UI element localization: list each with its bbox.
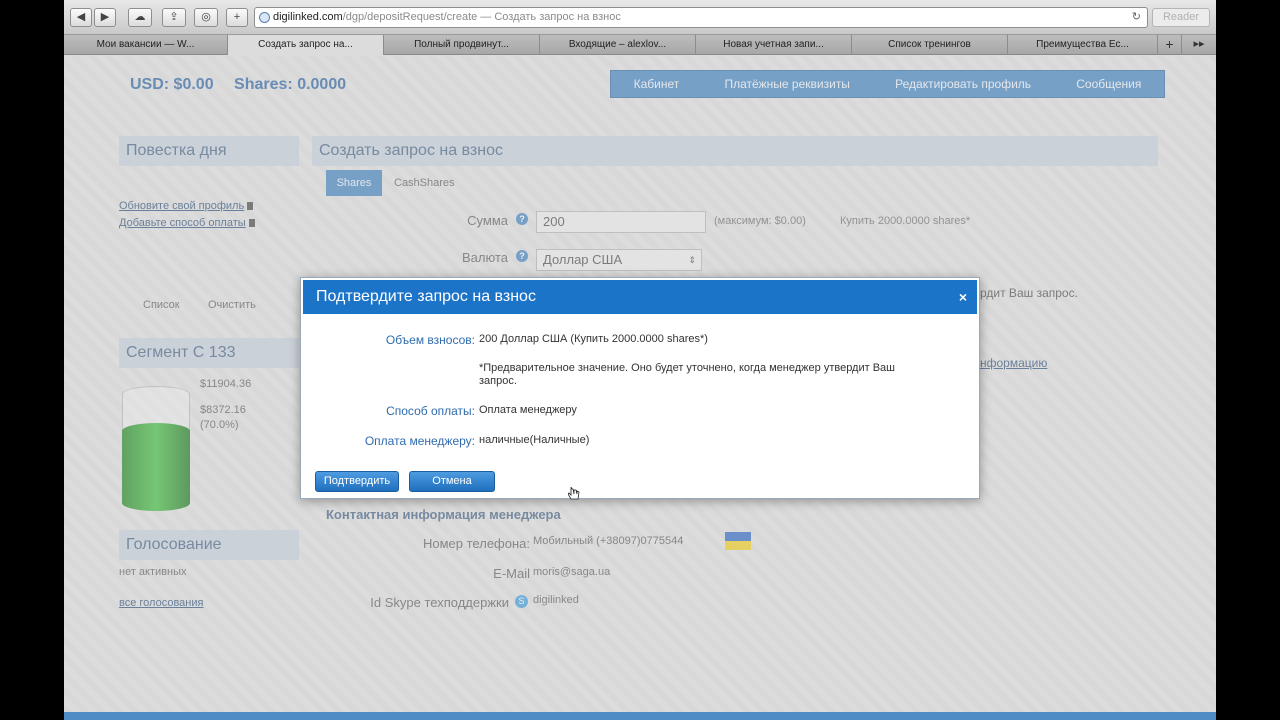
tab-item-active[interactable]: Создать запрос на... bbox=[228, 35, 384, 55]
footer-strip bbox=[64, 712, 1216, 720]
address-bar[interactable]: digilinked.com/dgp/depositRequest/create… bbox=[254, 7, 1148, 28]
tab-item[interactable]: Полный продвинут... bbox=[384, 35, 540, 55]
tab-item[interactable]: Список тренингов bbox=[852, 35, 1008, 55]
close-icon[interactable]: × bbox=[957, 290, 969, 304]
forward-button[interactable]: ▶ bbox=[94, 8, 116, 27]
reload-icon[interactable]: ↻ bbox=[1132, 8, 1141, 27]
browser-window: ◀ ▶ ☁ ⇪ ◎ + digilinked.com/dgp/depositRe… bbox=[64, 0, 1216, 720]
manager-payment-label: Оплата менеджеру: bbox=[364, 434, 475, 448]
reader-button[interactable]: Reader bbox=[1152, 8, 1210, 27]
mouse-cursor-icon bbox=[568, 486, 580, 500]
back-button[interactable]: ◀ bbox=[70, 8, 92, 27]
cancel-button[interactable]: Отмена bbox=[409, 471, 495, 492]
tab-label: Полный продвинут... bbox=[414, 39, 509, 50]
tab-item[interactable]: Мои вакансии — W... bbox=[64, 35, 228, 55]
preliminary-note: *Предварительное значение. Оно будет уто… bbox=[479, 362, 895, 387]
dialog-header: Подтвердите запрос на взнос × bbox=[303, 280, 977, 314]
tab-label: Новая учетная запи... bbox=[723, 39, 824, 50]
deposit-volume-value: 200 Доллар США (Купить 2000.0000 shares*… bbox=[479, 333, 708, 345]
manager-payment-value: наличные(Наличные) bbox=[479, 434, 590, 446]
topsites-icon[interactable]: ◎ bbox=[194, 8, 218, 27]
browser-toolbar: ◀ ▶ ☁ ⇪ ◎ + digilinked.com/dgp/depositRe… bbox=[64, 0, 1216, 35]
share-icon[interactable]: ⇪ bbox=[162, 8, 186, 27]
payment-method-label: Способ оплаты: bbox=[386, 404, 475, 418]
site-icon bbox=[259, 12, 270, 23]
tab-label: Входящие – alexlov... bbox=[568, 39, 667, 50]
dialog-title: Подтвердите запрос на взнос bbox=[316, 288, 536, 305]
payment-method-value: Оплата менеджеру bbox=[479, 404, 577, 416]
tab-label: Создать запрос на... bbox=[258, 39, 353, 50]
tab-label: Преимущества Ec... bbox=[1036, 39, 1129, 50]
add-bookmark-button[interactable]: + bbox=[226, 8, 248, 27]
tab-item[interactable]: Преимущества Ec... bbox=[1008, 35, 1158, 55]
url-path: /dgp/depositRequest/create — Создать зап… bbox=[342, 11, 621, 23]
new-tab-button[interactable]: + bbox=[1158, 35, 1182, 55]
tab-item[interactable]: Входящие – alexlov... bbox=[540, 35, 696, 55]
deposit-volume-label: Объем взносов: bbox=[385, 333, 475, 347]
confirm-deposit-dialog: Подтвердите запрос на взнос × Объем взно… bbox=[300, 277, 980, 499]
confirm-button[interactable]: Подтвердить bbox=[315, 471, 399, 492]
tab-label: Мои вакансии — W... bbox=[96, 39, 195, 50]
tab-label: Список тренингов bbox=[888, 39, 971, 50]
tab-item[interactable]: Новая учетная запи... bbox=[696, 35, 852, 55]
url-host: digilinked.com bbox=[273, 11, 343, 23]
tab-overflow-icon[interactable]: ▸▸ bbox=[1186, 35, 1212, 55]
icloud-icon[interactable]: ☁ bbox=[128, 8, 152, 27]
tab-bar: Мои вакансии — W... Создать запрос на...… bbox=[64, 35, 1216, 55]
